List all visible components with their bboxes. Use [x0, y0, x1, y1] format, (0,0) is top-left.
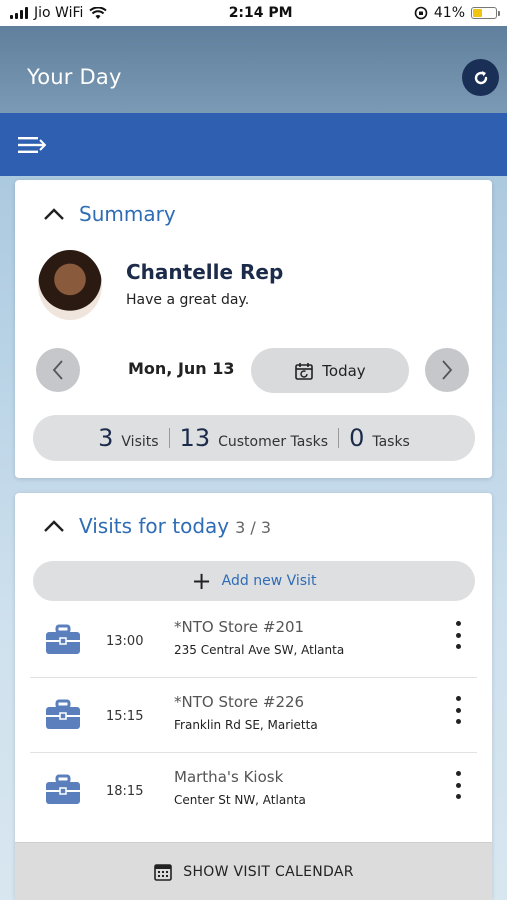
visits-title: Visits for today: [79, 514, 230, 538]
summary-title: Summary: [79, 202, 176, 226]
stat-visits-value: 3: [98, 424, 114, 452]
chevron-up-icon: [44, 520, 64, 532]
visit-address: Franklin Rd SE, Marietta: [174, 718, 318, 732]
plus-icon: +: [191, 567, 212, 595]
battery-percent: 41%: [433, 5, 465, 21]
orientation-lock-icon: [414, 6, 428, 20]
carrier-label: Jio WiFi: [34, 5, 84, 21]
current-date: Mon, Jun 13: [128, 359, 235, 378]
calendar-refresh-icon: [295, 362, 314, 380]
more-options-icon[interactable]: [453, 621, 463, 649]
briefcase-icon: [46, 774, 80, 804]
refresh-icon: [474, 70, 487, 84]
visits-card: Visits for today 3 / 3 + Add new Visit 13…: [15, 493, 492, 900]
greeting-text: Have a great day.: [126, 292, 250, 308]
chevron-up-icon: [44, 208, 64, 220]
status-right: 41%: [414, 5, 500, 21]
page-title: Your Day: [27, 65, 122, 89]
visit-time: 18:15: [106, 784, 144, 799]
visits-header[interactable]: Visits for today 3 / 3: [43, 514, 271, 538]
stats-bar: 3 Visits 13 Customer Tasks 0 Tasks: [33, 415, 475, 461]
today-button[interactable]: Today: [251, 348, 409, 393]
battery-icon: [471, 7, 500, 19]
visit-time: 13:00: [106, 634, 144, 649]
battery-level: [473, 9, 483, 17]
stat-visits-label: Visits: [121, 434, 159, 450]
header: Your Day: [0, 26, 507, 113]
avatar: [38, 250, 102, 320]
visit-store: Martha's Kiosk: [174, 768, 284, 786]
status-bar: Jio WiFi 2:14 PM 41%: [0, 0, 507, 26]
visits-count: 3 / 3: [235, 518, 272, 537]
menu-icon[interactable]: [18, 135, 46, 155]
visit-time: 15:15: [106, 709, 144, 724]
summary-card: Summary Chantelle Rep Have a great day. …: [15, 180, 492, 478]
list-item[interactable]: 13:00 *NTO Store #201 235 Central Ave SW…: [30, 603, 477, 678]
signal-icon: [10, 7, 28, 19]
stat-customer-tasks-label: Customer Tasks: [218, 434, 329, 450]
chevron-right-icon: [442, 360, 453, 380]
visit-store: *NTO Store #201: [174, 618, 305, 636]
user-name: Chantelle Rep: [126, 260, 284, 284]
briefcase-icon: [46, 699, 80, 729]
visit-address: 235 Central Ave SW, Atlanta: [174, 643, 345, 657]
today-label: Today: [322, 361, 366, 380]
stat-tasks-value: 0: [349, 424, 365, 452]
more-options-icon[interactable]: [453, 696, 463, 724]
previous-day-button[interactable]: [36, 348, 80, 392]
wifi-icon: [89, 6, 108, 19]
stat-visits[interactable]: 3 Visits: [88, 424, 168, 452]
add-visit-label: Add new Visit: [221, 573, 317, 589]
chevron-left-icon: [52, 360, 63, 380]
list-item[interactable]: 15:15 *NTO Store #226 Franklin Rd SE, Ma…: [30, 678, 477, 753]
list-item[interactable]: 18:15 Martha's Kiosk Center St NW, Atlan…: [30, 753, 477, 828]
show-visit-calendar-button[interactable]: SHOW VISIT CALENDAR: [15, 842, 492, 900]
add-visit-button[interactable]: + Add new Visit: [33, 561, 475, 601]
stat-customer-tasks[interactable]: 13 Customer Tasks: [170, 424, 339, 452]
more-options-icon[interactable]: [453, 771, 463, 799]
stat-tasks[interactable]: 0 Tasks: [339, 424, 420, 452]
briefcase-icon: [46, 624, 80, 654]
calendar-icon: [154, 863, 173, 881]
next-day-button[interactable]: [425, 348, 469, 392]
stat-tasks-label: Tasks: [372, 434, 410, 450]
refresh-button[interactable]: [462, 59, 499, 96]
clock: 2:14 PM: [228, 5, 293, 21]
visit-store: *NTO Store #226: [174, 693, 305, 711]
status-left: Jio WiFi: [10, 5, 108, 21]
nav-bar: [0, 113, 507, 176]
visit-address: Center St NW, Atlanta: [174, 793, 306, 807]
calendar-label: SHOW VISIT CALENDAR: [183, 863, 354, 880]
stat-customer-tasks-value: 13: [179, 424, 211, 452]
summary-header[interactable]: Summary: [43, 202, 176, 226]
